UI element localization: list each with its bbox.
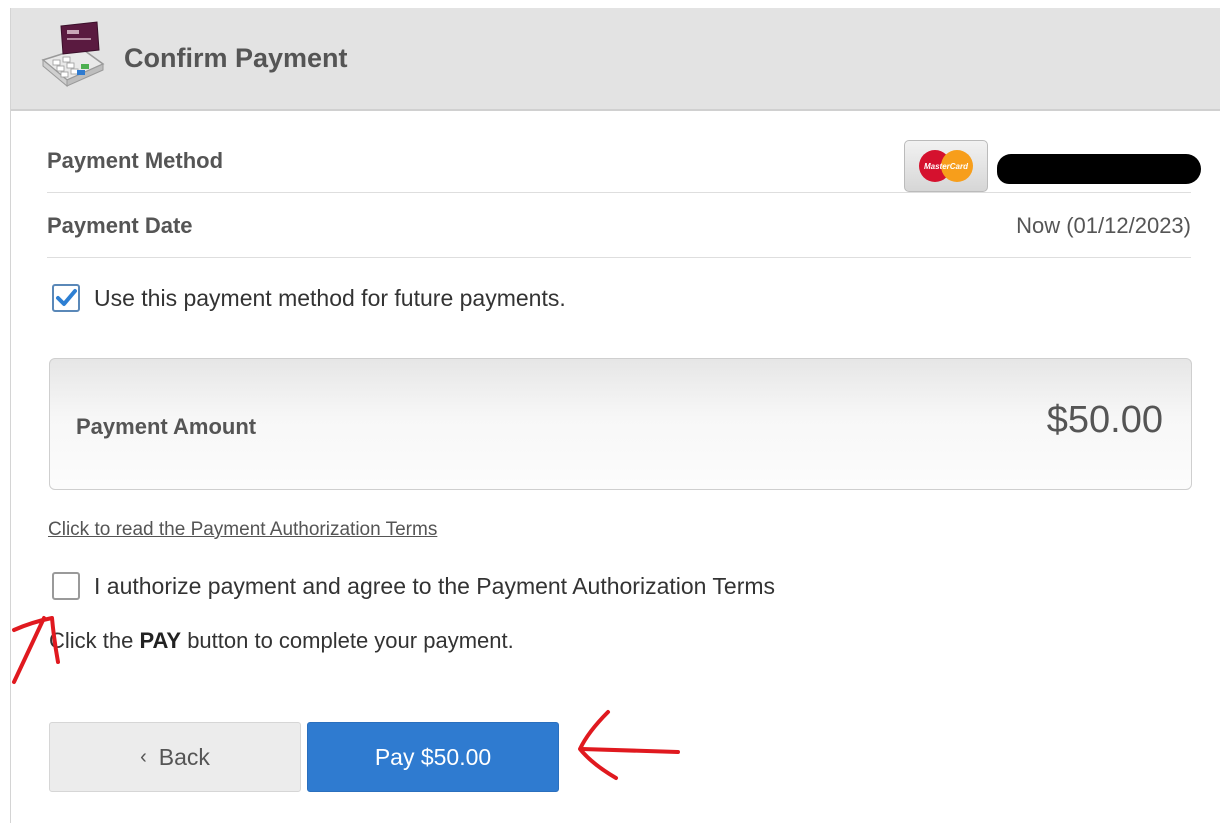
card-badge: MasterCard	[904, 140, 988, 192]
save-method-label: Use this payment method for future payme…	[94, 284, 566, 311]
pay-button[interactable]: Pay $50.00	[307, 722, 559, 792]
instruction-suffix: button to complete your payment.	[181, 628, 514, 653]
save-method-option[interactable]: Use this payment method for future payme…	[52, 284, 566, 312]
payment-terminal-icon	[41, 21, 105, 88]
pay-button-label: Pay $50.00	[374, 743, 492, 770]
payment-method-label: Payment Method	[47, 148, 224, 173]
back-button[interactable]: ‹ Back	[49, 722, 301, 792]
instruction-prefix: Click the	[49, 628, 140, 653]
payment-amount-label: Payment Amount	[76, 414, 257, 439]
save-method-checkbox[interactable]	[52, 284, 80, 312]
authorize-checkbox[interactable]	[52, 572, 80, 600]
authorize-label: I authorize payment and agree to the Pay…	[94, 572, 776, 599]
chevron-left-icon: ‹	[140, 745, 147, 768]
authorize-option[interactable]: I authorize payment and agree to the Pay…	[52, 572, 775, 600]
payment-amount-value: $50.00	[1046, 399, 1163, 441]
page-title: Confirm Payment	[124, 43, 348, 73]
mastercard-icon: MasterCard	[919, 150, 973, 182]
payment-date-label: Payment Date	[47, 213, 193, 238]
payment-amount-box: Payment Amount $50.00	[49, 358, 1192, 490]
back-button-label: Back	[158, 743, 210, 770]
payment-method-row: Payment Method MasterCard	[47, 128, 1201, 193]
redacted-account-number	[997, 154, 1201, 184]
pay-instruction: Click the PAY button to complete your pa…	[49, 628, 514, 654]
terms-link[interactable]: Click to read the Payment Authorization …	[48, 519, 437, 541]
payment-date-value: Now (01/12/2023)	[1016, 213, 1191, 238]
card-brand-text: MasterCard	[924, 162, 969, 171]
panel-header: Confirm Payment	[11, 8, 1220, 111]
confirm-payment-panel: Confirm Payment Payment Method MasterCar…	[10, 8, 1220, 823]
instruction-emphasis: PAY	[139, 628, 182, 653]
checkmark-icon	[56, 289, 77, 306]
payment-date-row: Payment Date Now (01/12/2023)	[47, 193, 1191, 258]
